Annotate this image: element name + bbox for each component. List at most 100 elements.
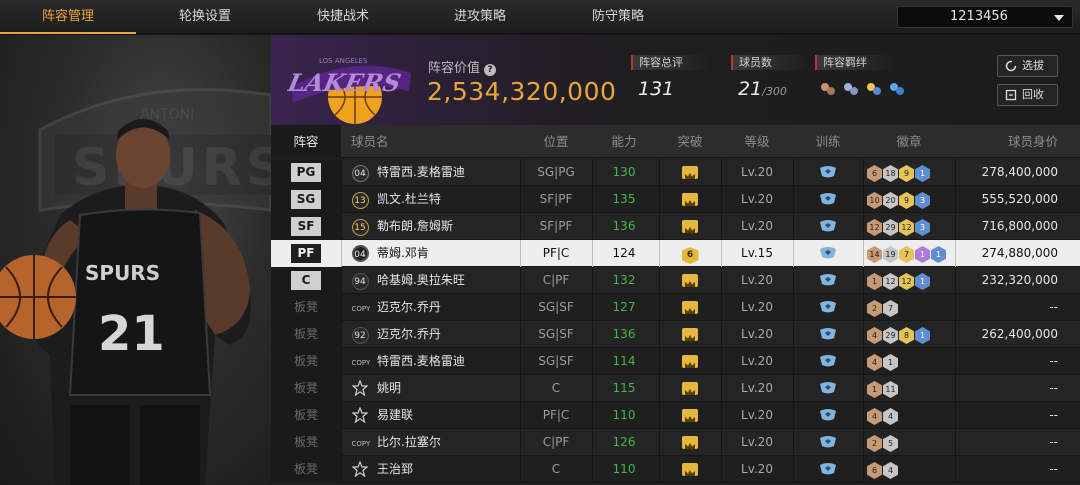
player-name[interactable]: 比尔.拉塞尔 bbox=[377, 429, 517, 456]
training-icon[interactable] bbox=[818, 381, 838, 395]
help-icon[interactable]: ? bbox=[484, 64, 497, 76]
training-icon[interactable] bbox=[818, 219, 838, 233]
training-icon[interactable] bbox=[818, 435, 838, 449]
tab-quick-tactics[interactable]: 快捷战术 bbox=[275, 0, 411, 34]
slot-cell[interactable]: C bbox=[271, 267, 341, 294]
training-cell[interactable] bbox=[793, 267, 863, 294]
training-icon[interactable] bbox=[818, 408, 838, 422]
slot-cell[interactable]: PF bbox=[271, 240, 341, 267]
player-name[interactable]: 姚明 bbox=[377, 375, 517, 402]
breakthrough-cell[interactable]: 6 bbox=[659, 240, 721, 267]
slot-cell[interactable]: 板凳 bbox=[271, 402, 341, 429]
tab-rotation-settings[interactable]: 轮换设置 bbox=[137, 0, 273, 34]
tab-defense-strategy[interactable]: 防守策略 bbox=[550, 0, 686, 34]
table-row[interactable]: 板凳 姚明 C 115 Lv.20 1 11 -- bbox=[271, 375, 1080, 402]
chemistry-gold-icon[interactable] bbox=[865, 80, 883, 98]
badges-cell[interactable]: 10 20 9 3 bbox=[865, 186, 953, 213]
chemistry-bronze-icon[interactable] bbox=[819, 80, 837, 98]
col-header-badges[interactable]: 徽章 bbox=[865, 125, 953, 158]
col-header-training[interactable]: 训练 bbox=[793, 125, 863, 158]
training-cell[interactable] bbox=[793, 456, 863, 483]
player-name[interactable]: 勒布朗.詹姆斯 bbox=[377, 213, 517, 240]
badges-cell[interactable]: 6 18 9 1 bbox=[865, 159, 953, 186]
col-header-breakthrough[interactable]: 突破 bbox=[659, 125, 721, 158]
training-cell[interactable] bbox=[793, 294, 863, 321]
player-name[interactable]: 迈克尔.乔丹 bbox=[377, 294, 517, 321]
training-icon[interactable] bbox=[818, 273, 838, 287]
training-cell[interactable] bbox=[793, 321, 863, 348]
slot-cell[interactable]: 板凳 bbox=[271, 429, 341, 456]
table-row[interactable]: PG 04 特雷西.麦格雷迪 SG|PG 130 Lv.20 6 18 9 1 278,400,00… bbox=[271, 159, 1080, 186]
training-cell[interactable] bbox=[793, 348, 863, 375]
col-header-slot[interactable]: 阵容 bbox=[271, 125, 341, 158]
slot-cell[interactable]: SF bbox=[271, 213, 341, 240]
table-row[interactable]: 板凳 王治郅 C 110 Lv.20 6 4 -- bbox=[271, 456, 1080, 483]
player-name[interactable]: 迈克尔.乔丹 bbox=[377, 321, 517, 348]
breakthrough-cell[interactable] bbox=[659, 375, 721, 402]
badges-cell[interactable]: 12 29 12 3 bbox=[865, 213, 953, 240]
player-name[interactable]: 王治郅 bbox=[377, 456, 517, 483]
slot-cell[interactable]: 板凳 bbox=[271, 348, 341, 375]
col-header-position[interactable]: 位置 bbox=[520, 125, 592, 158]
breakthrough-cell[interactable] bbox=[659, 429, 721, 456]
badges-cell[interactable]: 1 11 bbox=[865, 375, 953, 402]
training-cell[interactable] bbox=[793, 213, 863, 240]
breakthrough-cell[interactable] bbox=[659, 402, 721, 429]
training-icon[interactable] bbox=[818, 462, 838, 476]
slot-cell[interactable]: SG bbox=[271, 186, 341, 213]
training-cell[interactable] bbox=[793, 240, 863, 267]
slot-cell[interactable]: PG bbox=[271, 159, 341, 186]
account-dropdown[interactable]: 1213456 bbox=[897, 6, 1073, 28]
player-name[interactable]: 蒂姆.邓肯 bbox=[377, 240, 517, 267]
slot-cell[interactable]: 板凳 bbox=[271, 321, 341, 348]
training-icon[interactable] bbox=[818, 192, 838, 206]
scout-button[interactable]: 选拔 bbox=[997, 55, 1058, 77]
table-row[interactable]: 板凳 易建联 PF|C 110 Lv.20 4 4 -- bbox=[271, 402, 1080, 429]
slot-cell[interactable]: 板凳 bbox=[271, 375, 341, 402]
training-icon[interactable] bbox=[818, 246, 838, 260]
table-row[interactable]: SF 15 勒布朗.詹姆斯 SF|PF 136 Lv.20 12 29 12 3 716,800,0… bbox=[271, 213, 1080, 240]
table-row[interactable]: 板凳 COPY 特雷西.麦格雷迪 SG|SF 114 Lv.20 4 1 -- bbox=[271, 348, 1080, 375]
player-name[interactable]: 易建联 bbox=[377, 402, 517, 429]
player-name[interactable]: 哈基姆.奥拉朱旺 bbox=[377, 267, 517, 294]
training-cell[interactable] bbox=[793, 159, 863, 186]
training-icon[interactable] bbox=[818, 165, 838, 179]
table-row[interactable]: 板凳 92 迈克尔.乔丹 SG|SF 136 Lv.20 4 29 8 1 262,400,000 bbox=[271, 321, 1080, 348]
badges-cell[interactable]: 25 bbox=[865, 429, 953, 456]
player-name[interactable]: 特雷西.麦格雷迪 bbox=[377, 159, 517, 186]
slot-cell[interactable]: 板凳 bbox=[271, 456, 341, 483]
slot-cell[interactable]: 板凳 bbox=[271, 294, 341, 321]
badges-cell[interactable]: 41 bbox=[865, 348, 953, 375]
breakthrough-cell[interactable] bbox=[659, 159, 721, 186]
training-cell[interactable] bbox=[793, 429, 863, 456]
breakthrough-cell[interactable] bbox=[659, 267, 721, 294]
table-row[interactable]: C 94 哈基姆.奥拉朱旺 C|PF 132 Lv.20 1 12 12 1 232,320,000 bbox=[271, 267, 1080, 294]
training-icon[interactable] bbox=[818, 327, 838, 341]
badges-cell[interactable]: 44 bbox=[865, 402, 953, 429]
table-row[interactable]: SG 13 凯文.杜兰特 SF|PF 135 Lv.20 10 20 9 3 555,520,000 bbox=[271, 186, 1080, 213]
badges-cell[interactable]: 27 bbox=[865, 294, 953, 321]
training-cell[interactable] bbox=[793, 402, 863, 429]
breakthrough-cell[interactable] bbox=[659, 294, 721, 321]
breakthrough-cell[interactable] bbox=[659, 456, 721, 483]
training-icon[interactable] bbox=[818, 354, 838, 368]
badges-cell[interactable]: 4 29 8 1 bbox=[865, 321, 953, 348]
tab-roster-management[interactable]: 阵容管理 bbox=[0, 0, 136, 34]
training-cell[interactable] bbox=[793, 186, 863, 213]
player-name[interactable]: 凯文.杜兰特 bbox=[377, 186, 517, 213]
table-row[interactable]: PF 04 蒂姆.邓肯 PF|C 124 6 Lv.15 14 19 7 1 1 274,880,000 bbox=[271, 240, 1080, 267]
recycle-button[interactable]: 回收 bbox=[997, 84, 1058, 106]
tab-offense-strategy[interactable]: 进攻策略 bbox=[412, 0, 548, 34]
breakthrough-cell[interactable] bbox=[659, 186, 721, 213]
breakthrough-cell[interactable] bbox=[659, 321, 721, 348]
col-header-level[interactable]: 等级 bbox=[721, 125, 793, 158]
table-row[interactable]: 板凳 COPY 比尔.拉塞尔 C|PF 126 Lv.20 2 5 -- bbox=[271, 429, 1080, 456]
col-header-name[interactable]: 球员名 bbox=[351, 125, 411, 158]
col-header-rating[interactable]: 能力 bbox=[592, 125, 656, 158]
training-icon[interactable] bbox=[818, 300, 838, 314]
breakthrough-cell[interactable] bbox=[659, 348, 721, 375]
badges-cell[interactable]: 14 19 7 1 1 bbox=[865, 240, 953, 267]
badges-cell[interactable]: 64 bbox=[865, 456, 953, 483]
player-name[interactable]: 特雷西.麦格雷迪 bbox=[377, 348, 517, 375]
col-header-value[interactable]: 球员身价 bbox=[955, 125, 1058, 158]
